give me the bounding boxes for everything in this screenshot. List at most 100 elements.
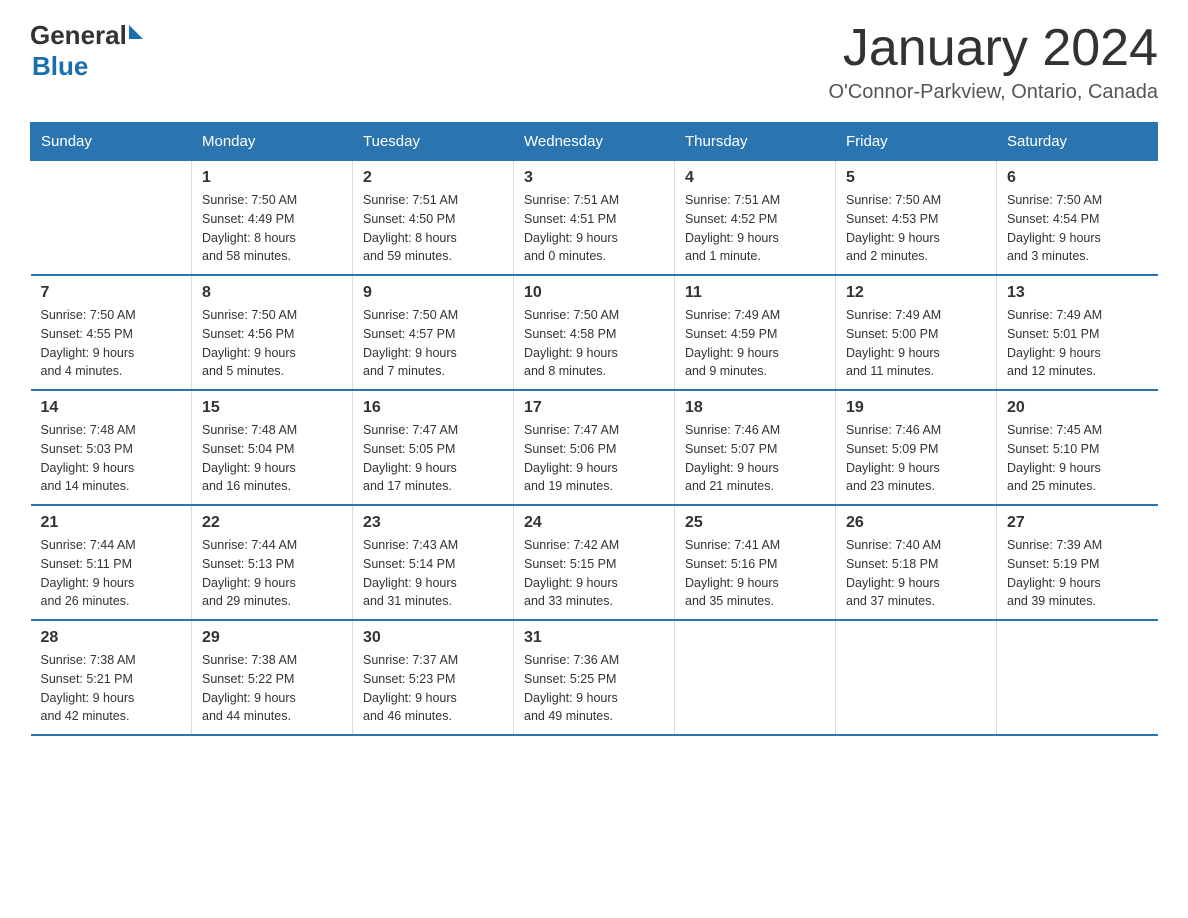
calendar-cell: [31, 161, 192, 276]
day-info: Sunrise: 7:49 AM Sunset: 5:00 PM Dayligh…: [846, 306, 986, 381]
calendar-cell: 29 Sunrise: 7:38 AM Sunset: 5:22 PM Dayli…: [192, 620, 353, 735]
header-title-block: January 2024 O'Connor-Parkview, Ontario,…: [828, 20, 1158, 104]
day-number: 27: [1007, 514, 1148, 532]
day-number: 2: [363, 169, 503, 187]
day-info: Sunrise: 7:51 AM Sunset: 4:52 PM Dayligh…: [685, 191, 825, 266]
calendar-cell: [836, 620, 997, 735]
day-number: 30: [363, 629, 503, 647]
logo-general-text: General: [30, 20, 127, 51]
calendar-week-row: 21 Sunrise: 7:44 AM Sunset: 5:11 PM Dayli…: [31, 505, 1158, 620]
calendar-cell: 25 Sunrise: 7:41 AM Sunset: 5:16 PM Dayli…: [675, 505, 836, 620]
logo-triangle-icon: [129, 25, 143, 39]
day-info: Sunrise: 7:50 AM Sunset: 4:54 PM Dayligh…: [1007, 191, 1148, 266]
day-info: Sunrise: 7:44 AM Sunset: 5:11 PM Dayligh…: [41, 536, 182, 611]
calendar-cell: [675, 620, 836, 735]
calendar-header-row: SundayMondayTuesdayWednesdayThursdayFrid…: [31, 123, 1158, 161]
day-number: 12: [846, 284, 986, 302]
day-info: Sunrise: 7:45 AM Sunset: 5:10 PM Dayligh…: [1007, 421, 1148, 496]
day-number: 13: [1007, 284, 1148, 302]
day-number: 8: [202, 284, 342, 302]
day-number: 21: [41, 514, 182, 532]
day-info: Sunrise: 7:39 AM Sunset: 5:19 PM Dayligh…: [1007, 536, 1148, 611]
day-number: 20: [1007, 399, 1148, 417]
day-info: Sunrise: 7:50 AM Sunset: 4:49 PM Dayligh…: [202, 191, 342, 266]
weekday-header-monday: Monday: [192, 123, 353, 161]
day-number: 11: [685, 284, 825, 302]
calendar-week-row: 28Sunrise: 7:38 AM Sunset: 5:21 PM Dayli…: [31, 620, 1158, 735]
day-info: Sunrise: 7:48 AM Sunset: 5:03 PM Dayligh…: [41, 421, 182, 496]
day-number: 26: [846, 514, 986, 532]
calendar-cell: 1 Sunrise: 7:50 AM Sunset: 4:49 PM Daylig…: [192, 161, 353, 276]
day-info: Sunrise: 7:36 AM Sunset: 5:25 PM Dayligh…: [524, 651, 664, 726]
day-info: Sunrise: 7:51 AM Sunset: 4:50 PM Dayligh…: [363, 191, 503, 266]
day-number: 10: [524, 284, 664, 302]
day-number: 16: [363, 399, 503, 417]
calendar-cell: 21 Sunrise: 7:44 AM Sunset: 5:11 PM Dayli…: [31, 505, 192, 620]
day-number: 9: [363, 284, 503, 302]
day-number: 29: [202, 629, 342, 647]
day-info: Sunrise: 7:49 AM Sunset: 5:01 PM Dayligh…: [1007, 306, 1148, 381]
calendar-week-row: 7Sunrise: 7:50 AM Sunset: 4:55 PM Daylig…: [31, 275, 1158, 390]
logo: General Blue: [30, 20, 143, 82]
calendar-cell: 10 Sunrise: 7:50 AM Sunset: 4:58 PM Dayli…: [514, 275, 675, 390]
calendar-cell: 4Sunrise: 7:51 AM Sunset: 4:52 PM Daylig…: [675, 161, 836, 276]
calendar-cell: 22 Sunrise: 7:44 AM Sunset: 5:13 PM Dayli…: [192, 505, 353, 620]
day-number: 6: [1007, 169, 1148, 187]
calendar-cell: [997, 620, 1158, 735]
day-info: Sunrise: 7:46 AM Sunset: 5:07 PM Dayligh…: [685, 421, 825, 496]
calendar-cell: 9Sunrise: 7:50 AM Sunset: 4:57 PM Daylig…: [353, 275, 514, 390]
calendar-cell: 20 Sunrise: 7:45 AM Sunset: 5:10 PM Dayli…: [997, 390, 1158, 505]
calendar-cell: 7Sunrise: 7:50 AM Sunset: 4:55 PM Daylig…: [31, 275, 192, 390]
day-number: 23: [363, 514, 503, 532]
day-number: 14: [41, 399, 182, 417]
logo-blue-text: Blue: [32, 51, 88, 82]
day-info: Sunrise: 7:38 AM Sunset: 5:21 PM Dayligh…: [41, 651, 182, 726]
day-number: 15: [202, 399, 342, 417]
day-info: Sunrise: 7:48 AM Sunset: 5:04 PM Dayligh…: [202, 421, 342, 496]
day-info: Sunrise: 7:41 AM Sunset: 5:16 PM Dayligh…: [685, 536, 825, 611]
calendar-cell: 30 Sunrise: 7:37 AM Sunset: 5:23 PM Dayli…: [353, 620, 514, 735]
calendar-cell: 16 Sunrise: 7:47 AM Sunset: 5:05 PM Dayli…: [353, 390, 514, 505]
calendar-cell: 23Sunrise: 7:43 AM Sunset: 5:14 PM Dayli…: [353, 505, 514, 620]
location-subtitle: O'Connor-Parkview, Ontario, Canada: [828, 81, 1158, 104]
weekday-header-wednesday: Wednesday: [514, 123, 675, 161]
day-info: Sunrise: 7:37 AM Sunset: 5:23 PM Dayligh…: [363, 651, 503, 726]
weekday-header-sunday: Sunday: [31, 123, 192, 161]
calendar-cell: 11Sunrise: 7:49 AM Sunset: 4:59 PM Dayli…: [675, 275, 836, 390]
weekday-header-friday: Friday: [836, 123, 997, 161]
calendar-week-row: 1 Sunrise: 7:50 AM Sunset: 4:49 PM Daylig…: [31, 161, 1158, 276]
day-number: 3: [524, 169, 664, 187]
calendar-cell: 3 Sunrise: 7:51 AM Sunset: 4:51 PM Daylig…: [514, 161, 675, 276]
day-number: 22: [202, 514, 342, 532]
calendar-cell: 15 Sunrise: 7:48 AM Sunset: 5:04 PM Dayli…: [192, 390, 353, 505]
calendar-cell: 19Sunrise: 7:46 AM Sunset: 5:09 PM Dayli…: [836, 390, 997, 505]
day-info: Sunrise: 7:46 AM Sunset: 5:09 PM Dayligh…: [846, 421, 986, 496]
day-info: Sunrise: 7:40 AM Sunset: 5:18 PM Dayligh…: [846, 536, 986, 611]
weekday-header-saturday: Saturday: [997, 123, 1158, 161]
day-number: 24: [524, 514, 664, 532]
calendar-cell: 6 Sunrise: 7:50 AM Sunset: 4:54 PM Daylig…: [997, 161, 1158, 276]
day-info: Sunrise: 7:38 AM Sunset: 5:22 PM Dayligh…: [202, 651, 342, 726]
calendar-cell: 27 Sunrise: 7:39 AM Sunset: 5:19 PM Dayli…: [997, 505, 1158, 620]
day-info: Sunrise: 7:50 AM Sunset: 4:58 PM Dayligh…: [524, 306, 664, 381]
calendar-cell: 8Sunrise: 7:50 AM Sunset: 4:56 PM Daylig…: [192, 275, 353, 390]
day-number: 18: [685, 399, 825, 417]
calendar-cell: 28Sunrise: 7:38 AM Sunset: 5:21 PM Dayli…: [31, 620, 192, 735]
weekday-header-tuesday: Tuesday: [353, 123, 514, 161]
day-info: Sunrise: 7:44 AM Sunset: 5:13 PM Dayligh…: [202, 536, 342, 611]
day-number: 17: [524, 399, 664, 417]
weekday-header-thursday: Thursday: [675, 123, 836, 161]
calendar-cell: 24Sunrise: 7:42 AM Sunset: 5:15 PM Dayli…: [514, 505, 675, 620]
calendar-cell: 13 Sunrise: 7:49 AM Sunset: 5:01 PM Dayli…: [997, 275, 1158, 390]
day-number: 25: [685, 514, 825, 532]
day-number: 1: [202, 169, 342, 187]
day-info: Sunrise: 7:51 AM Sunset: 4:51 PM Dayligh…: [524, 191, 664, 266]
day-info: Sunrise: 7:47 AM Sunset: 5:06 PM Dayligh…: [524, 421, 664, 496]
calendar-cell: 18 Sunrise: 7:46 AM Sunset: 5:07 PM Dayli…: [675, 390, 836, 505]
day-info: Sunrise: 7:50 AM Sunset: 4:55 PM Dayligh…: [41, 306, 182, 381]
day-number: 31: [524, 629, 664, 647]
calendar-cell: 2 Sunrise: 7:51 AM Sunset: 4:50 PM Daylig…: [353, 161, 514, 276]
day-info: Sunrise: 7:47 AM Sunset: 5:05 PM Dayligh…: [363, 421, 503, 496]
calendar-cell: 12 Sunrise: 7:49 AM Sunset: 5:00 PM Dayli…: [836, 275, 997, 390]
page-header: General Blue January 2024 O'Connor-Parkv…: [30, 20, 1158, 104]
